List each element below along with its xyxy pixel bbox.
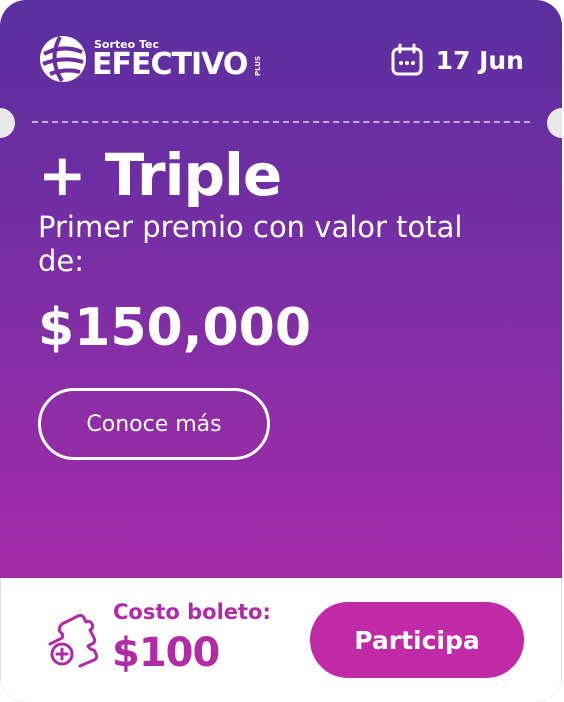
prize-amount: $150,000 [38, 298, 312, 358]
date-label: 17 Jun [435, 45, 524, 75]
draw-date: 17 Jun [390, 40, 524, 80]
ticket-notch-right [547, 108, 562, 138]
logo-plus-text: PLUS [254, 55, 262, 76]
calendar-icon [391, 43, 423, 76]
ticket-perforation [32, 121, 530, 123]
ticket-notch-left [0, 108, 15, 138]
ticket-plus-icon [48, 613, 99, 668]
ticket-cost-label: Costo boleto: [113, 600, 271, 624]
globe-logo-icon [40, 36, 86, 83]
participate-button[interactable]: Participa [310, 602, 524, 678]
logo-big-text: EFECTIVO [92, 47, 248, 82]
ticket-cost-value: $100 [112, 630, 220, 676]
learn-more-button[interactable]: Conoce más [38, 388, 270, 460]
sorteo-tec-efectivo-logo: Sorteo Tec EFECTIVO PLUS [38, 34, 278, 84]
prize-subtitle: Primer premio con valor total de: [38, 210, 463, 278]
prize-title: + Triple [38, 141, 282, 209]
raffle-card: Sorteo Tec EFECTIVO PLUS 17 Jun + Triple… [0, 0, 562, 702]
